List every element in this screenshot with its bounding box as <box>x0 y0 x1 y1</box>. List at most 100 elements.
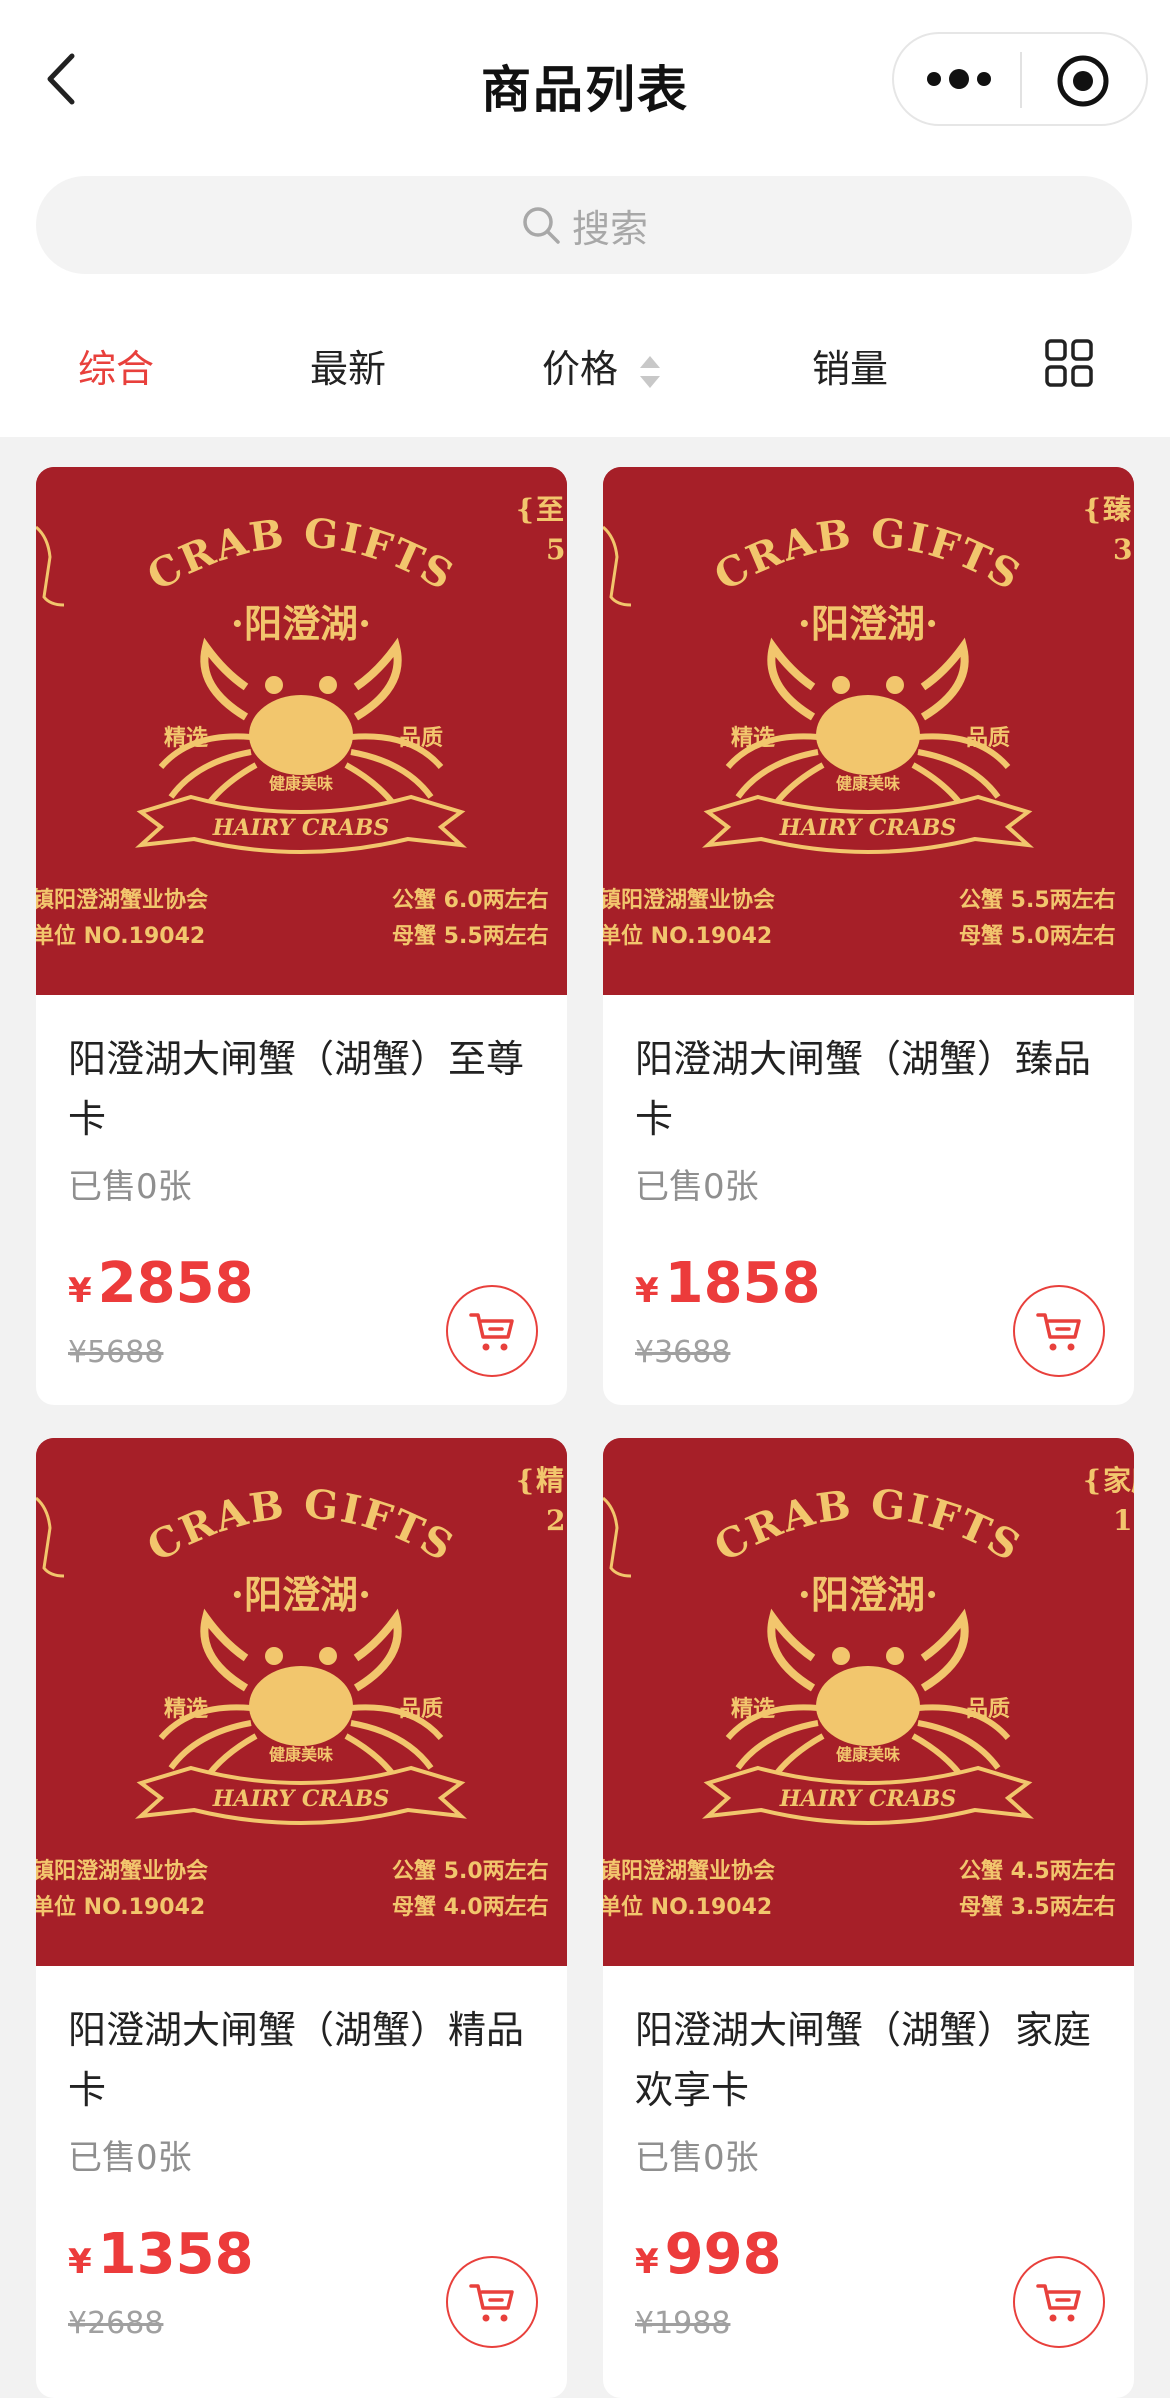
product-image[interactable]: { 至 5 CRAB GIFTS ·阳澄湖· 精选 品质 健康美味 HAIRY … <box>36 467 567 995</box>
image-unit-no: 单位 NO.19042 <box>603 1894 772 1920</box>
image-female-weight: 母蟹 5.5两左右 <box>392 923 549 949</box>
image-unit-no: 单位 NO.19042 <box>603 923 772 949</box>
grid-view-icon[interactable] <box>1044 338 1094 388</box>
tab-comprehensive[interactable]: 综合 <box>78 338 154 393</box>
more-dots-icon[interactable] <box>924 58 994 100</box>
image-corner-bracket: { <box>516 493 534 526</box>
image-right-word: 品质 <box>399 1696 443 1722</box>
product-price: ¥1858 <box>635 1251 821 1316</box>
product-original-price: ¥3688 <box>635 1335 731 1370</box>
image-male-weight: 公蟹 6.0两左右 <box>392 887 549 913</box>
product-sold-count: 已售0张 <box>68 1167 192 1207</box>
image-ribbon-small: 健康美味 <box>269 774 333 793</box>
image-left-word: 精选 <box>731 1696 775 1722</box>
tab-sales[interactable]: 销量 <box>812 338 888 393</box>
image-ribbon-big: HAIRY CRABS <box>779 815 956 841</box>
image-corner-bracket: { <box>1083 493 1101 526</box>
product-image[interactable]: { 臻 3 CRAB GIFTS ·阳澄湖· 精选 品质 健康美味 HAIRY … <box>603 467 1134 995</box>
product-name[interactable]: 阳澄湖大闸蟹（湖蟹）至尊卡 <box>68 1029 548 1149</box>
image-side-text: 5 <box>546 533 565 566</box>
image-brand-cn: ·阳澄湖· <box>231 1572 371 1617</box>
price-value: 2858 <box>97 1251 254 1316</box>
search-placeholder: 搜索 <box>571 206 648 251</box>
tab-price-label: 价格 <box>542 347 619 391</box>
add-to-cart-button[interactable] <box>1013 2256 1105 2348</box>
image-brand-cn: ·阳澄湖· <box>798 601 938 646</box>
image-brand-cn: ·阳澄湖· <box>231 601 371 646</box>
image-left-word: 精选 <box>164 1696 208 1722</box>
product-card[interactable]: { 臻 3 CRAB GIFTS ·阳澄湖· 精选 品质 健康美味 HAIRY … <box>603 467 1134 1405</box>
product-name[interactable]: 阳澄湖大闸蟹（湖蟹）精品卡 <box>68 2000 548 2120</box>
header-area: 商品列表 搜索 综合 最新 价格 销量 <box>0 0 1170 437</box>
price-value: 1358 <box>97 2222 254 2287</box>
product-price: ¥998 <box>635 2222 782 2287</box>
sort-tabs: 综合 最新 价格 销量 <box>0 320 1170 406</box>
image-right-word: 品质 <box>966 725 1010 751</box>
cart-icon <box>469 2284 514 2322</box>
price-currency: ¥ <box>635 2242 659 2282</box>
image-ribbon-big: HAIRY CRABS <box>212 1786 389 1812</box>
close-target-icon[interactable] <box>1056 54 1110 108</box>
tab-newest[interactable]: 最新 <box>310 338 386 393</box>
image-ribbon-small: 健康美味 <box>836 1745 900 1764</box>
product-card[interactable]: { 精 2 CRAB GIFTS ·阳澄湖· 精选 品质 健康美味 HAIRY … <box>36 1438 567 2398</box>
add-to-cart-button[interactable] <box>1013 1285 1105 1377</box>
image-female-weight: 母蟹 5.0两左右 <box>959 923 1116 949</box>
image-unit-no: 单位 NO.19042 <box>36 1894 205 1920</box>
product-image[interactable]: { 家庭欢 1988 CRAB GIFTS ·阳澄湖· <box>603 1438 1134 1966</box>
image-male-weight: 公蟹 5.0两左右 <box>392 1858 549 1884</box>
image-corner-text: 精 <box>536 1464 564 1497</box>
product-original-price: ¥5688 <box>68 1335 164 1370</box>
product-sold-count: 已售0张 <box>635 1167 759 1207</box>
image-ribbon-big: HAIRY CRABS <box>779 1786 956 1812</box>
image-association: 镇阳澄湖蟹业协会 <box>36 887 208 913</box>
image-right-word: 品质 <box>399 725 443 751</box>
image-ribbon-big: HAIRY CRABS <box>212 815 389 841</box>
capsule-divider <box>1020 52 1022 108</box>
image-unit-no: 单位 NO.19042 <box>36 923 205 949</box>
product-card[interactable]: { 至 5 CRAB GIFTS ·阳澄湖· 精选 品质 健康美味 HAIRY … <box>36 467 567 1405</box>
product-sold-count: 已售0张 <box>635 2138 759 2178</box>
product-price: ¥1358 <box>68 2222 254 2287</box>
miniprogram-capsule <box>892 32 1148 126</box>
search-input[interactable]: 搜索 <box>36 176 1132 274</box>
image-corner-bracket: { <box>516 1464 534 1497</box>
image-male-weight: 公蟹 4.5两左右 <box>959 1858 1116 1884</box>
product-name[interactable]: 阳澄湖大闸蟹（湖蟹）臻品卡 <box>635 1029 1115 1149</box>
price-currency: ¥ <box>68 1271 92 1311</box>
image-side-text: 1988 <box>1113 1504 1134 1537</box>
image-side-text: 3 <box>1113 533 1132 566</box>
image-corner-text: 家庭欢 <box>1103 1464 1134 1497</box>
product-name[interactable]: 阳澄湖大闸蟹（湖蟹）家庭欢享卡 <box>635 2000 1115 2120</box>
product-card[interactable]: { 家庭欢 1988 CRAB GIFTS ·阳澄湖· <box>603 1438 1134 2398</box>
image-association: 镇阳澄湖蟹业协会 <box>603 1858 775 1884</box>
image-association: 镇阳澄湖蟹业协会 <box>603 887 775 913</box>
image-left-word: 精选 <box>164 725 208 751</box>
product-price: ¥2858 <box>68 1251 254 1316</box>
navigation-bar: 商品列表 <box>0 0 1170 160</box>
image-female-weight: 母蟹 3.5两左右 <box>959 1894 1116 1920</box>
image-right-word: 品质 <box>966 1696 1010 1722</box>
price-currency: ¥ <box>635 1271 659 1311</box>
image-male-weight: 公蟹 5.5两左右 <box>959 887 1116 913</box>
add-to-cart-button[interactable] <box>446 2256 538 2348</box>
image-female-weight: 母蟹 4.0两左右 <box>392 1894 549 1920</box>
price-value: 998 <box>664 2222 782 2287</box>
cart-icon <box>1036 1313 1081 1351</box>
add-to-cart-button[interactable] <box>446 1285 538 1377</box>
cart-icon <box>1036 2284 1081 2322</box>
image-ribbon-small: 健康美味 <box>836 774 900 793</box>
image-corner-text: 臻 <box>1103 493 1132 526</box>
image-association: 镇阳澄湖蟹业协会 <box>36 1858 208 1884</box>
tab-price[interactable]: 价格 <box>542 338 662 393</box>
price-value: 1858 <box>664 1251 821 1316</box>
image-brand-cn: ·阳澄湖· <box>798 1572 938 1617</box>
image-corner-text: 至 <box>536 493 564 526</box>
cart-icon <box>469 1313 514 1351</box>
image-ribbon-small: 健康美味 <box>269 1745 333 1764</box>
product-image[interactable]: { 精 2 CRAB GIFTS ·阳澄湖· 精选 品质 健康美味 HAIRY … <box>36 1438 567 1966</box>
product-original-price: ¥1988 <box>635 2306 731 2341</box>
image-corner-bracket: { <box>1083 1464 1101 1497</box>
product-sold-count: 已售0张 <box>68 2138 192 2178</box>
price-currency: ¥ <box>68 2242 92 2282</box>
